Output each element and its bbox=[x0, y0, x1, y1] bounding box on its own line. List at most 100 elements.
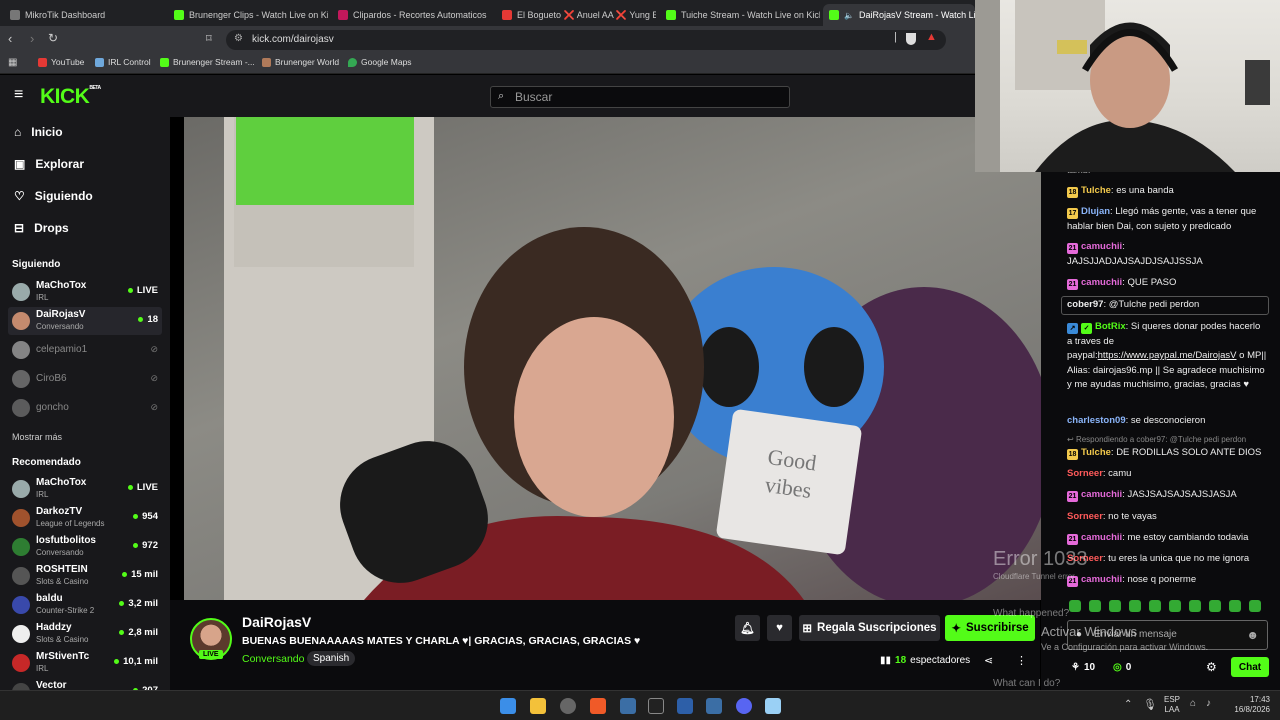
nav-drops[interactable]: ⊟ Drops bbox=[14, 221, 69, 235]
sidebar-channel-celepamio1[interactable]: celepamio1 ⊘ bbox=[8, 336, 162, 364]
gift-subs-button[interactable]: ⊞ Regala Suscripciones bbox=[799, 615, 940, 641]
microphone-icon[interactable]: 🎙︎ bbox=[1143, 698, 1157, 711]
chat-username[interactable]: Tulche bbox=[1081, 185, 1111, 196]
app-icon[interactable] bbox=[706, 698, 722, 714]
app-icon[interactable] bbox=[620, 698, 636, 714]
hamburger-menu-icon[interactable]: ≡ bbox=[14, 86, 23, 104]
brave-browser-icon[interactable] bbox=[590, 698, 606, 714]
sidebar-channel-cirob6[interactable]: CiroB6 ⊘ bbox=[8, 365, 162, 393]
sidebar-channel-mrstiventc[interactable]: MrStivenTc IRL 10,1 mil bbox=[8, 649, 162, 677]
bookmark-icon[interactable]: ⌑ bbox=[206, 32, 212, 45]
chat-username[interactable]: Sorneer bbox=[1067, 468, 1103, 479]
emote-icon[interactable] bbox=[1069, 600, 1081, 612]
video-player[interactable]: Good vibes bbox=[184, 117, 1041, 600]
sidebar-channel-roshtein[interactable]: ROSHTEIN Slots & Casino 15 mil bbox=[8, 562, 162, 590]
search-input[interactable]: ⌕ Buscar bbox=[490, 86, 790, 108]
chat-username[interactable]: cober97 bbox=[1067, 299, 1103, 310]
notepad-icon[interactable] bbox=[765, 698, 781, 714]
viewer-text: LIVE bbox=[136, 482, 158, 493]
kicks-balance[interactable]: ◎ 0 bbox=[1113, 662, 1131, 673]
notifications-button[interactable]: 🔔︎ bbox=[735, 615, 760, 641]
maps-pin-icon bbox=[348, 57, 357, 67]
language-tag[interactable]: Spanish bbox=[307, 651, 356, 666]
tab-el-bogueto[interactable]: El Bogueto ❌ Anuel AA ❌ Yung Be bbox=[496, 4, 656, 26]
stream-category[interactable]: Conversando bbox=[242, 653, 304, 665]
chat-username[interactable]: camuchii bbox=[1081, 277, 1122, 288]
avatar bbox=[12, 480, 30, 498]
emote-icon[interactable] bbox=[1149, 600, 1161, 612]
sidebar-channel-haddzy[interactable]: Haddzy Slots & Casino 2,8 mil bbox=[8, 620, 162, 648]
shield-icon[interactable] bbox=[906, 33, 916, 45]
sidebar-channel-dairojasv[interactable]: DaiRojasV Conversando 18 bbox=[8, 307, 162, 335]
sidebar-channel-goncho[interactable]: goncho ⊘ bbox=[8, 394, 162, 422]
bookmark-irl-control[interactable]: IRL Control bbox=[95, 57, 151, 67]
bookmark-youtube[interactable]: YouTube bbox=[38, 57, 84, 67]
site-info-icon[interactable]: ⚙ bbox=[234, 33, 243, 44]
terminal-icon[interactable] bbox=[648, 698, 664, 714]
chat-username[interactable]: Tulche bbox=[1081, 447, 1111, 458]
chat-username[interactable]: camuchii bbox=[1081, 241, 1122, 252]
sidebar-channel-baldu[interactable]: baldu Counter-Strike 2 3,2 mil bbox=[8, 591, 162, 619]
reload-icon[interactable]: ↻ bbox=[48, 31, 58, 45]
emote-icon[interactable] bbox=[1249, 600, 1261, 612]
emote-icon[interactable] bbox=[1089, 600, 1101, 612]
rewards-icon[interactable]: ▲ bbox=[926, 31, 937, 43]
clock[interactable]: 17:43 16/8/2026 bbox=[1228, 695, 1270, 715]
back-icon[interactable]: ‹ bbox=[8, 31, 12, 46]
nav-following[interactable]: ♡ Siguiendo bbox=[14, 189, 93, 203]
sidebar-channel-darkoztv[interactable]: DarkozTV League of Legends 954 bbox=[8, 504, 162, 532]
url-field[interactable]: ⚙ kick.com/dairojasv | ▲ bbox=[226, 30, 946, 50]
chat-send-button[interactable]: Chat bbox=[1231, 657, 1269, 677]
chevron-up-icon[interactable]: ⌃ bbox=[1124, 699, 1132, 710]
tab-clipardos[interactable]: Clipardos - Recortes Automaticos bbox=[332, 4, 492, 26]
nav-home[interactable]: ⌂ Inicio bbox=[14, 125, 63, 139]
sidebar-channel-rec-machotox[interactable]: MaChoTox IRL LIVE bbox=[8, 475, 162, 503]
kick-logo[interactable]: KICKBETA bbox=[40, 85, 101, 109]
recommended-section-title: Recomendado bbox=[12, 457, 81, 468]
chat-link[interactable]: https://www.paypal.me/DairojasV bbox=[1098, 350, 1237, 361]
tab-brunenger-clips[interactable]: Brunenger Clips - Watch Live on Kick bbox=[168, 4, 328, 26]
emote-icon[interactable] bbox=[1109, 600, 1121, 612]
chat-username[interactable]: camuchii bbox=[1081, 574, 1122, 585]
tab-tuiche[interactable]: Tuiche Stream - Watch Live on Kick bbox=[660, 4, 820, 26]
chat-username[interactable]: Sorneer bbox=[1067, 511, 1103, 522]
channel-points[interactable]: ⚘ 10 bbox=[1071, 662, 1095, 673]
emote-icon[interactable] bbox=[1209, 600, 1221, 612]
chat-text: : no te vayas bbox=[1102, 511, 1157, 522]
emote-icon[interactable] bbox=[1169, 600, 1181, 612]
show-more-link[interactable]: Mostrar más bbox=[12, 432, 62, 442]
sidebar-channel-losfutbolitos[interactable]: losfutbolitos Conversando 972 bbox=[8, 533, 162, 561]
follow-button[interactable]: ♥ bbox=[767, 615, 792, 641]
channel-name[interactable]: DaiRojasV bbox=[242, 614, 311, 630]
tab-dairojasv[interactable]: 🔈DaiRojasV Stream - Watch Li✕ bbox=[823, 4, 975, 26]
network-icon[interactable]: ⌂ bbox=[1190, 698, 1196, 709]
emote-icon[interactable] bbox=[1229, 600, 1241, 612]
app-icon[interactable] bbox=[677, 698, 693, 714]
nav-explore[interactable]: ▣ Explorar bbox=[14, 157, 84, 171]
chat-username[interactable]: Dlujan bbox=[1081, 206, 1110, 217]
bookmark-google-maps[interactable]: Google Maps bbox=[348, 57, 412, 67]
file-explorer-icon[interactable] bbox=[530, 698, 546, 714]
forward-icon[interactable]: › bbox=[30, 31, 34, 46]
chat-username[interactable]: charleston09 bbox=[1067, 415, 1126, 426]
windows-start-icon[interactable] bbox=[500, 698, 516, 714]
sidebar-channel-machotox[interactable]: MaChoTox IRL LIVE bbox=[8, 278, 162, 306]
apps-grid-icon[interactable]: ▦ bbox=[8, 57, 17, 68]
chat-username[interactable]: camuchii bbox=[1081, 532, 1122, 543]
bookmark-brunenger-stream[interactable]: Brunenger Stream -... bbox=[160, 57, 255, 67]
volume-icon[interactable]: ♪ bbox=[1206, 698, 1211, 709]
more-icon[interactable]: ⋮ bbox=[1016, 654, 1027, 667]
tab-mikrotik[interactable]: MikroTik Dashboard bbox=[4, 4, 164, 26]
share-icon[interactable]: ⋖ bbox=[984, 654, 993, 667]
language-indicator[interactable]: ESP LAA bbox=[1164, 695, 1180, 715]
settings-gear-icon[interactable]: ⚙ bbox=[1206, 660, 1217, 674]
emote-icon[interactable] bbox=[1129, 600, 1141, 612]
emoji-icon[interactable]: ☻ bbox=[1246, 628, 1259, 642]
emote-icon[interactable] bbox=[1189, 600, 1201, 612]
discord-icon[interactable] bbox=[736, 698, 752, 714]
chat-username[interactable]: BotRix bbox=[1095, 321, 1126, 332]
app-icon[interactable] bbox=[560, 698, 576, 714]
bookmark-brunenger-world[interactable]: Brunenger World bbox=[262, 57, 339, 67]
sidebar-channel-vector[interactable]: Vector 207 bbox=[8, 678, 162, 690]
chat-username[interactable]: camuchii bbox=[1081, 489, 1122, 500]
